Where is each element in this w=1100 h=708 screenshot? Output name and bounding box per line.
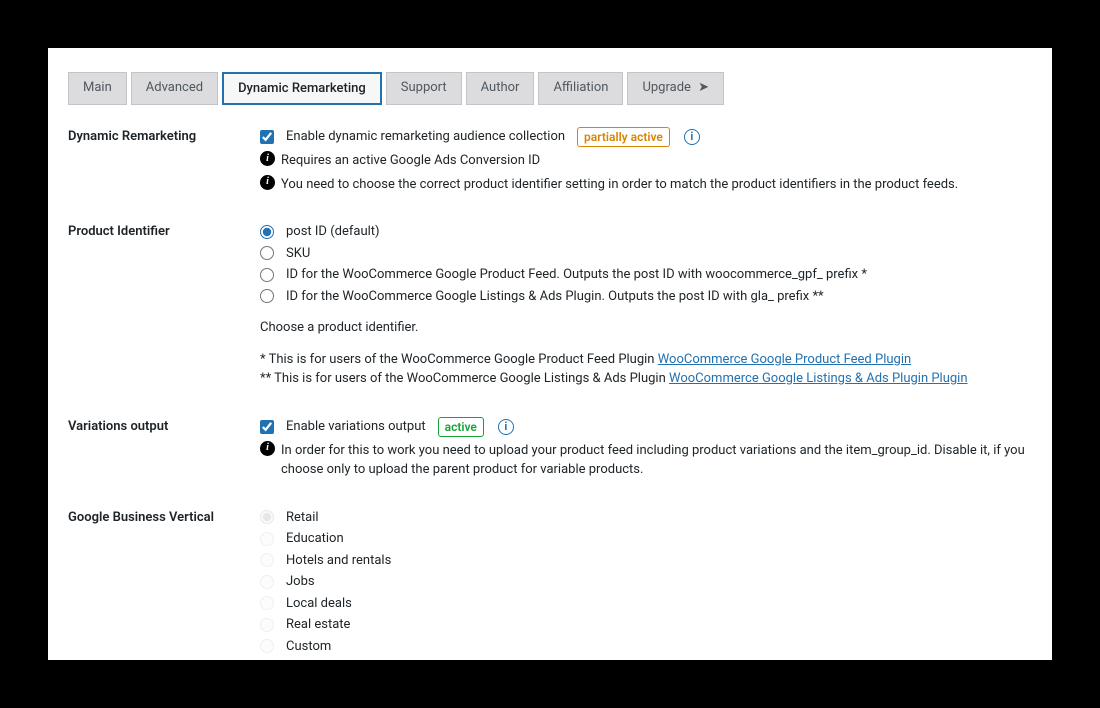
info-icon: i [260,175,275,190]
row-google-business-vertical: Google Business Vertical Retail Educatio… [68,508,1032,659]
radio-label-gpf: ID for the WooCommerce Google Product Fe… [286,265,867,285]
tab-upgrade-label: Upgrade [642,80,690,95]
radio-gla[interactable] [260,289,274,303]
tabs: Main Advanced Dynamic Remarketing Suppor… [68,72,1032,105]
radio-hotels [260,553,274,567]
label-dynamic-remarketing: Dynamic Remarketing [68,127,260,144]
label-variations-output: Variations output [68,417,260,434]
radio-label-local-deals: Local deals [286,594,352,614]
radio-label-sku: SKU [286,244,310,264]
info-icon[interactable]: i [498,419,514,435]
radio-label-custom: Custom [286,637,331,657]
radio-jobs [260,575,274,589]
checkbox-enable-dynamic-remarketing[interactable] [260,130,274,144]
note-choose-identifier: You need to choose the correct product i… [281,175,958,195]
tab-dynamic-remarketing[interactable]: Dynamic Remarketing [222,72,382,105]
radio-label-post-id: post ID (default) [286,222,380,242]
info-icon[interactable]: i [684,129,700,145]
row-variations-output: Variations output Enable variations outp… [68,417,1032,480]
link-gpf-plugin[interactable]: WooCommerce Google Product Feed Plugin [658,352,911,367]
tab-main[interactable]: Main [68,72,127,105]
radio-post-id[interactable] [260,225,274,239]
footnote-gla: ** This is for users of the WooCommerce … [260,369,1032,389]
settings-panel: Main Advanced Dynamic Remarketing Suppor… [48,48,1052,660]
arrow-right-icon: ➤ [698,80,709,95]
checkbox-label-dynamic-remarketing: Enable dynamic remarketing audience coll… [286,127,565,147]
radio-label-jobs: Jobs [286,572,315,592]
row-product-identifier: Product Identifier post ID (default) SKU… [68,222,1032,389]
label-product-identifier: Product Identifier [68,222,260,239]
radio-real-estate [260,618,274,632]
footnote-gpf: * This is for users of the WooCommerce G… [260,350,1032,370]
helper-product-identifier: Choose a product identifier. [260,318,1032,338]
info-icon: i [260,441,275,456]
radio-label-real-estate: Real estate [286,615,350,635]
link-gla-plugin[interactable]: WooCommerce Google Listings & Ads Plugin… [669,371,968,386]
radio-gpf[interactable] [260,268,274,282]
radio-custom [260,639,274,653]
info-icon: i [260,151,275,166]
radio-label-education: Education [286,529,344,549]
radio-local-deals [260,596,274,610]
tab-upgrade[interactable]: Upgrade ➤ [627,72,724,105]
radio-label-gla: ID for the WooCommerce Google Listings &… [286,287,824,307]
radio-label-hotels: Hotels and rentals [286,551,391,571]
checkbox-enable-variations-output[interactable] [260,420,274,434]
note-variations-output: In order for this to work you need to up… [281,441,1032,480]
radio-retail [260,510,274,524]
radio-education [260,532,274,546]
radio-label-retail: Retail [286,508,319,528]
tab-support[interactable]: Support [386,72,462,105]
tab-advanced[interactable]: Advanced [131,72,218,105]
status-badge-partially-active: partially active [577,127,670,147]
tab-author[interactable]: Author [466,72,535,105]
checkbox-label-variations-output: Enable variations output [286,417,426,437]
note-requires-conversion-id: Requires an active Google Ads Conversion… [281,151,540,171]
tab-affiliation[interactable]: Affiliation [538,72,623,105]
row-dynamic-remarketing: Dynamic Remarketing Enable dynamic remar… [68,127,1032,194]
radio-sku[interactable] [260,246,274,260]
status-badge-active: active [438,417,484,437]
label-google-business-vertical: Google Business Vertical [68,508,260,525]
